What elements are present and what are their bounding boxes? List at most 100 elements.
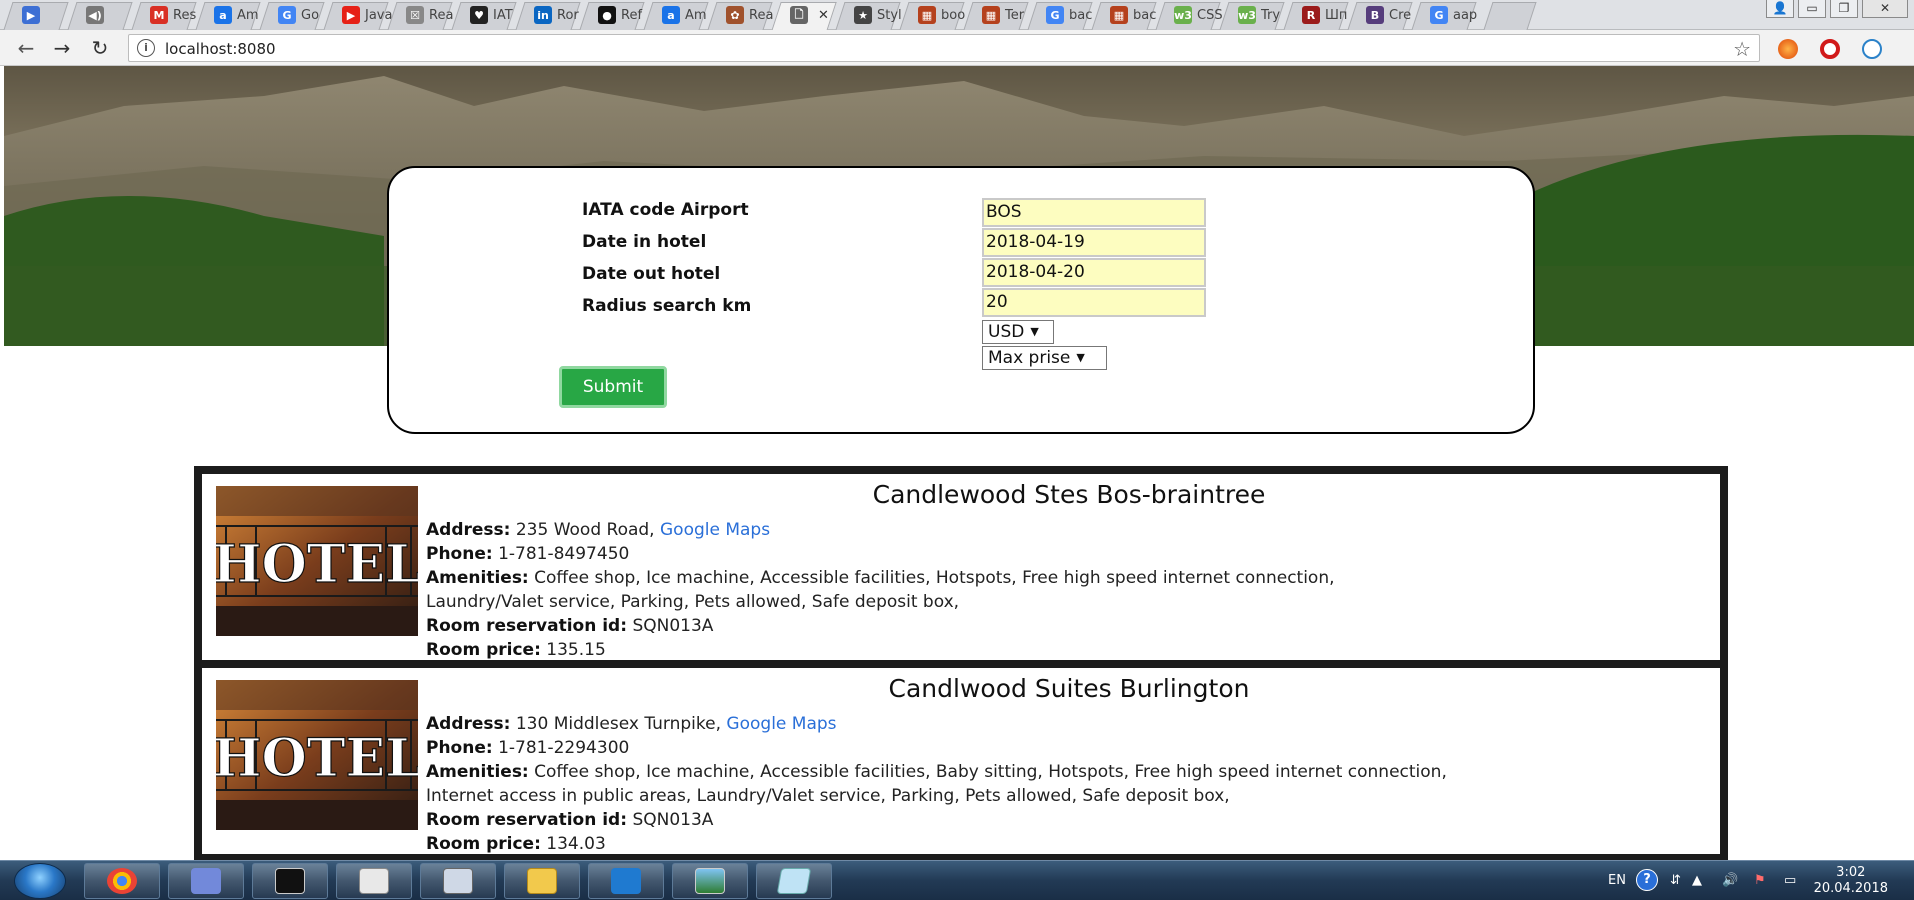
close-window-button[interactable]: ✕: [1862, 0, 1908, 18]
restore-button[interactable]: ❐: [1830, 0, 1858, 18]
tab-title: Am: [237, 7, 259, 23]
tab-title: CSS: [1197, 7, 1223, 23]
taskbar-image-viewer-button[interactable]: [672, 863, 748, 899]
tab-title: aap: [1453, 7, 1478, 23]
bookmark-star-icon[interactable]: ☆: [1733, 37, 1751, 61]
tab-title: Cre: [1389, 7, 1412, 23]
browser-tab-content[interactable]: Gaap: [1430, 2, 1477, 28]
action-center-icon[interactable]: ⚑: [1754, 873, 1766, 888]
profile-button[interactable]: 👤: [1766, 0, 1794, 18]
image-viewer-icon: [695, 868, 725, 894]
browser-tab-content[interactable]: R Шп: [1302, 2, 1347, 28]
dropdown-arrow-icon: ▼: [1030, 325, 1039, 338]
hotel-price-row: Room price: 134.03: [426, 832, 1626, 856]
tab-title: Rea: [749, 7, 774, 23]
currency-select[interactable]: USD ▼: [982, 320, 1054, 344]
site-info-icon[interactable]: i: [137, 39, 155, 57]
tab-favicon-icon: G: [1046, 6, 1064, 24]
browser-tab-content[interactable]: ▶: [22, 2, 45, 28]
close-tab-icon[interactable]: ✕: [818, 8, 829, 23]
taskbar-discord-button[interactable]: [168, 863, 244, 899]
forward-arrow-icon[interactable]: →: [50, 36, 74, 60]
browser-tab-content[interactable]: ♥ IAT: [470, 2, 513, 28]
display-icon[interactable]: ▭: [1784, 873, 1796, 888]
taskbar-chrome-button[interactable]: [84, 863, 160, 899]
browser-tab-content[interactable]: ● Ref: [598, 2, 642, 28]
browser-tab-content[interactable]: G Go: [278, 2, 319, 28]
browser-tab-content[interactable]: w3 Try: [1238, 2, 1280, 28]
hotel-amenities-line-2: Internet access in public areas, Laundry…: [426, 786, 1230, 806]
tab-favicon-icon: ●: [598, 6, 616, 24]
google-maps-link[interactable]: Google Maps: [726, 714, 836, 734]
iata-input[interactable]: BOS: [982, 198, 1206, 227]
hotel-amenities-row: Amenities: Coffee shop, Ice machine, Acc…: [426, 566, 1626, 590]
tab-title: Ref: [621, 7, 643, 23]
volume-icon[interactable]: 🔊: [1722, 873, 1738, 888]
date-in-input[interactable]: 2018-04-19: [982, 228, 1206, 257]
tab-title: Res: [173, 7, 197, 23]
browser-tab-content[interactable]: ☒ Rea: [406, 2, 453, 28]
tab-favicon-icon: ▶: [342, 6, 360, 24]
tab-title: Styl: [877, 7, 902, 23]
language-indicator[interactable]: EN: [1608, 873, 1626, 888]
tab-title: Rea: [429, 7, 454, 23]
google-maps-link[interactable]: Google Maps: [660, 520, 770, 540]
browser-tab-content[interactable]: Gbac: [1046, 2, 1092, 28]
browser-tab-content[interactable]: a Am: [662, 2, 707, 28]
network-icon[interactable]: ⇵: [1670, 873, 1681, 888]
taskbar-vscode-button[interactable]: [588, 863, 664, 899]
browser-tab-content[interactable]: ▦ Ter: [982, 2, 1024, 28]
browser-tab-content[interactable]: ▦ boo: [918, 2, 965, 28]
system-clock[interactable]: 3:02 20.04.2018: [1814, 865, 1888, 897]
taskbar-text-editor-button[interactable]: [336, 863, 412, 899]
minimize-button[interactable]: ▭: [1798, 0, 1826, 18]
date-out-label: Date out hotel: [582, 264, 721, 284]
date-out-input[interactable]: 2018-04-20: [982, 258, 1206, 287]
browser-tab-content[interactable]: w3 CSS: [1174, 2, 1223, 28]
hotel-details: Address: 235 Wood Road, Google Maps Phon…: [426, 518, 1626, 662]
radius-input[interactable]: 20: [982, 288, 1206, 317]
browser-tab-content[interactable]: in Ror: [534, 2, 579, 28]
start-button[interactable]: [14, 863, 66, 899]
reload-icon[interactable]: ↻: [88, 36, 112, 60]
show-hidden-icons-icon[interactable]: ▲: [1692, 873, 1702, 888]
tab-favicon-icon: ☒: [406, 6, 424, 24]
tab-title: bac: [1133, 7, 1157, 23]
react-devtools-icon[interactable]: [1862, 39, 1882, 59]
browser-tab-content[interactable]: 🗋 ✕: [790, 2, 829, 28]
command-prompt-icon: [275, 868, 305, 894]
taskbar-command-prompt-button[interactable]: [252, 863, 328, 899]
chrome-icon: [107, 868, 137, 894]
address-bar-url[interactable]: localhost:8080: [165, 40, 276, 58]
browser-tab-content[interactable]: M Res: [150, 2, 196, 28]
address-bar[interactable]: i localhost:8080 ☆: [128, 34, 1760, 62]
browser-tab-content[interactable]: ✿ Rea: [726, 2, 773, 28]
clock-date: 20.04.2018: [1813, 881, 1888, 896]
taskbar-calculator-button[interactable]: [420, 863, 496, 899]
hotel-card: HOTEL Candlewood Stes Bos-braintree Addr…: [202, 474, 1720, 660]
hotel-price: 135.15: [546, 640, 606, 660]
opera-extension-icon[interactable]: [1820, 39, 1840, 59]
submit-button[interactable]: Submit: [559, 366, 667, 408]
help-icon[interactable]: ?: [1636, 869, 1658, 891]
dropdown-arrow-icon: ▼: [1076, 351, 1085, 364]
taskbar-file-explorer-button[interactable]: [504, 863, 580, 899]
sort-select[interactable]: Max prise ▼: [982, 346, 1107, 370]
hotel-image: HOTEL: [216, 680, 418, 830]
tab-favicon-icon: ♥: [470, 6, 488, 24]
vscode-icon: [611, 868, 641, 894]
browser-tab-content[interactable]: ★ Styl: [854, 2, 902, 28]
browser-tab-content[interactable]: B Cre: [1366, 2, 1411, 28]
back-arrow-icon[interactable]: ←: [14, 36, 38, 60]
browser-tab-content[interactable]: ▶ Java: [342, 2, 392, 28]
tab-favicon-icon: ▦: [1110, 6, 1128, 24]
tab-title: Ter: [1005, 7, 1025, 23]
new-tab-button[interactable]: [1483, 2, 1537, 30]
hotel-address: 235 Wood Road,: [515, 520, 655, 540]
browser-tab-content[interactable]: a Am: [214, 2, 259, 28]
browser-tab-content[interactable]: ◀): [86, 2, 109, 28]
taskbar-notepad-button[interactable]: [756, 863, 832, 899]
browser-tab-content[interactable]: ▦ bac: [1110, 2, 1156, 28]
fox-extension-icon[interactable]: [1778, 39, 1798, 59]
hotel-reservation-id: SQN013A: [632, 616, 714, 636]
